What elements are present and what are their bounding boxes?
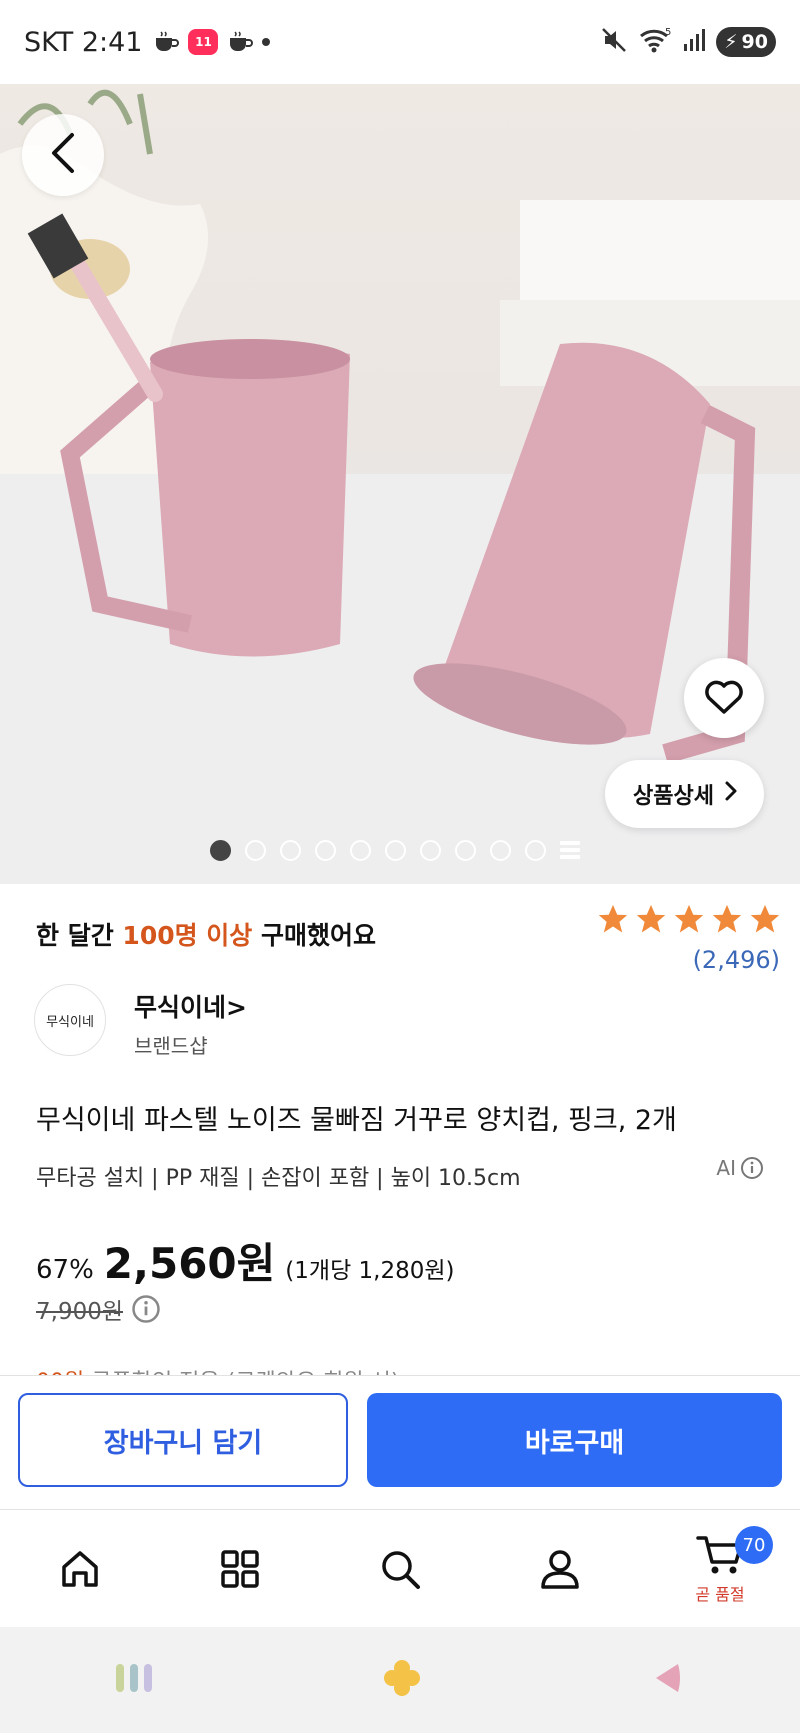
product-image-carousel[interactable]: 상품상세 (0, 84, 800, 884)
nav-home[interactable] (20, 1510, 140, 1628)
info-icon (741, 1157, 763, 1179)
carousel-dot[interactable] (350, 840, 371, 861)
carousel-dot[interactable] (420, 840, 441, 861)
ai-label: AI (716, 1156, 736, 1180)
price-row: 67% 2,560원 (1개당 1,280원) (36, 1230, 455, 1291)
nav-categories[interactable] (180, 1510, 300, 1628)
recent-apps-icon (116, 1664, 152, 1692)
carrier-time: SKT 2:41 (24, 26, 143, 58)
star-icon (750, 904, 780, 933)
home-clover-icon (384, 1660, 420, 1696)
carousel-dot[interactable] (210, 840, 231, 861)
more-notifications-dot-icon (262, 38, 271, 46)
recent-apps-button[interactable] (112, 1660, 156, 1700)
cart-count-badge: 70 (735, 1526, 773, 1564)
status-right: 5 ⚡ 90 (600, 26, 776, 58)
search-icon (382, 1551, 420, 1589)
heart-icon (702, 676, 746, 720)
product-detail-button[interactable]: 상품상세 (605, 760, 764, 828)
system-navigation-bar (0, 1627, 800, 1733)
carousel-dot[interactable] (490, 840, 511, 861)
brand-logo[interactable]: 무식이네 (34, 984, 106, 1056)
product-title: 무식이네 파스텔 노이즈 물빠짐 거꾸로 양치컵, 핑크, 2개 (36, 1105, 677, 1136)
image-grid-icon[interactable] (560, 840, 580, 861)
wifi-icon: 5 (638, 26, 672, 58)
star-icon (636, 904, 666, 933)
signal-icon (682, 26, 706, 58)
star-icon (598, 904, 628, 933)
carousel-dot[interactable] (280, 840, 301, 861)
cart-status-label: 곧 품절 (695, 1585, 745, 1604)
battery-level: 90 (741, 31, 768, 53)
purchase-suffix: 구매했어요 (252, 921, 377, 950)
coffee-app-icon-2 (226, 28, 254, 56)
carousel-dot[interactable] (385, 840, 406, 861)
bottom-navigation: 곧 품절 70 (0, 1509, 800, 1627)
discount-rate: 67% (36, 1255, 94, 1285)
original-price: 7,900원 (36, 1299, 124, 1325)
chevron-left-icon (48, 131, 78, 179)
star-icon (712, 904, 742, 933)
carousel-dot[interactable] (315, 840, 336, 861)
review-count-link[interactable]: (2,496) (693, 946, 780, 974)
chevron-right-icon (724, 780, 738, 808)
nav-search[interactable] (340, 1510, 460, 1628)
notification-icons: 11 (152, 28, 271, 56)
carousel-dot[interactable] (455, 840, 476, 861)
coffee-app-icon (152, 28, 180, 56)
mute-icon (600, 26, 628, 58)
purchase-prefix: 한 달간 (36, 921, 123, 950)
status-bar: SKT 2:41 11 5 ⚡ 90 (0, 0, 800, 84)
brand-shop-label: 브랜드샵 (134, 1034, 208, 1058)
purchase-count-text: 한 달간 100명 이상 구매했어요 (36, 916, 376, 952)
unit-price: (1개당 1,280원) (285, 1258, 455, 1284)
carousel-dot[interactable] (245, 840, 266, 861)
back-triangle-icon (656, 1664, 680, 1692)
product-detail-label: 상품상세 (633, 784, 714, 809)
purchase-action-bar: 장바구니 담기 바로구매 (0, 1375, 800, 1509)
carousel-pagination (210, 840, 580, 861)
carousel-dot[interactable] (525, 840, 546, 861)
back-system-button[interactable] (648, 1658, 688, 1702)
home-icon (62, 1551, 98, 1587)
back-button[interactable] (22, 114, 104, 196)
svg-text:5: 5 (665, 27, 671, 38)
product-attributes: 무타공 설치 | PP 재질 | 손잡이 포함 | 높이 10.5cm (36, 1166, 521, 1191)
purchase-highlight: 100명 이상 (122, 921, 253, 950)
status-left: SKT 2:41 11 (24, 26, 271, 58)
rating-stars[interactable] (596, 902, 782, 936)
battery-indicator: ⚡ 90 (716, 27, 776, 57)
star-icon (674, 904, 704, 933)
original-price-row: 7,900원 (36, 1292, 161, 1326)
sale-price: 2,560원 (103, 1239, 276, 1288)
brand-shop-link[interactable]: 무식이네> (134, 988, 247, 1024)
price-info-icon[interactable] (131, 1294, 161, 1324)
ai-summary-badge[interactable]: AI (716, 1156, 764, 1180)
11st-app-icon: 11 (188, 29, 219, 55)
wishlist-button[interactable] (684, 658, 764, 738)
charging-icon: ⚡ (724, 31, 738, 53)
category-grid-icon (221, 1550, 259, 1588)
add-to-cart-button[interactable]: 장바구니 담기 (18, 1393, 348, 1487)
buy-now-button[interactable]: 바로구매 (367, 1393, 782, 1487)
user-icon (541, 1550, 579, 1589)
home-system-button[interactable] (380, 1656, 424, 1704)
nav-my-account[interactable] (500, 1510, 620, 1628)
